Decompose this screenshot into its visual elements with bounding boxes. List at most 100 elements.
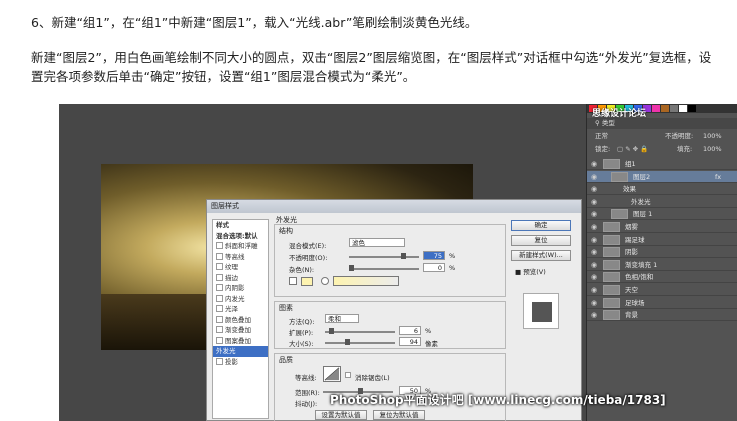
opacity-slider-knob[interactable] bbox=[401, 253, 406, 259]
size-input[interactable]: 94 bbox=[399, 337, 421, 346]
layer-thumbnail[interactable] bbox=[603, 234, 620, 245]
layer-thumbnail[interactable] bbox=[611, 209, 628, 220]
layer-thumbnail[interactable] bbox=[603, 272, 620, 283]
layer-name: 色相/饱和 bbox=[625, 273, 654, 282]
eye-icon[interactable]: ◉ bbox=[591, 171, 597, 183]
make-default-button[interactable]: 设置为默认值 bbox=[315, 410, 367, 420]
fx-badge[interactable]: fx bbox=[715, 171, 721, 183]
eye-icon[interactable]: ◉ bbox=[591, 158, 597, 170]
layer-row[interactable]: ◉ 烟雾 bbox=[587, 221, 737, 233]
spread-input[interactable]: 6 bbox=[399, 326, 421, 335]
size-slider[interactable] bbox=[325, 339, 395, 345]
reset-default-button[interactable]: 复位为默认值 bbox=[373, 410, 425, 420]
fill-value[interactable]: 100% bbox=[703, 144, 722, 155]
opacity-input[interactable]: 75 bbox=[423, 251, 445, 260]
layer-thumbnail[interactable] bbox=[611, 171, 628, 182]
ok-button[interactable]: 确定 bbox=[511, 220, 571, 231]
layer-thumbnail[interactable] bbox=[603, 222, 620, 232]
eye-icon[interactable]: ◉ bbox=[591, 309, 597, 321]
layer-name: 踢足球 bbox=[625, 235, 645, 244]
eye-icon[interactable]: ◉ bbox=[591, 208, 597, 220]
style-item[interactable]: 描边 bbox=[213, 273, 268, 284]
layer-row[interactable]: ◉ 效果 bbox=[587, 183, 737, 196]
layer-row[interactable]: ◉ 图层2 fx bbox=[587, 170, 737, 183]
dialog-title: 图层样式 bbox=[207, 200, 581, 213]
layer-name: 天空 bbox=[625, 286, 638, 294]
contour-label: 等高线: bbox=[295, 374, 317, 382]
contour-picker[interactable] bbox=[323, 366, 341, 382]
style-item[interactable]: 内阴影 bbox=[213, 283, 268, 294]
size-slider-knob[interactable] bbox=[345, 339, 350, 345]
style-item[interactable]: 光泽 bbox=[213, 304, 268, 315]
antialias-checkbox[interactable] bbox=[345, 372, 351, 378]
style-item[interactable]: 内发光 bbox=[213, 294, 268, 305]
layer-row[interactable]: ◉ 渐变填充 1 bbox=[587, 259, 737, 271]
eye-icon[interactable]: ◉ bbox=[591, 284, 597, 296]
style-item[interactable]: 投影 bbox=[213, 357, 268, 368]
eye-icon[interactable]: ◉ bbox=[591, 271, 597, 283]
layer-thumbnail[interactable] bbox=[603, 310, 620, 321]
layer-row[interactable]: ◉ 图层 1 bbox=[587, 208, 737, 221]
structure-group: 结构 混合模式(E): 滤色 不透明度(O): 75 % 杂色(N): 0 % bbox=[274, 224, 506, 297]
layer-thumbnail[interactable] bbox=[603, 285, 620, 295]
eye-icon[interactable]: ◉ bbox=[591, 183, 597, 195]
layer-thumbnail[interactable] bbox=[603, 247, 620, 258]
pixel-unit: 像素 bbox=[425, 340, 438, 348]
eye-icon[interactable]: ◉ bbox=[591, 259, 597, 271]
layer-row[interactable]: ◉ 阴影 bbox=[587, 246, 737, 259]
layer-blend-mode[interactable]: 正常 bbox=[595, 132, 608, 140]
style-item[interactable]: 外发光 bbox=[213, 346, 268, 357]
blend-mode-select[interactable]: 滤色 bbox=[349, 238, 405, 247]
style-item[interactable]: 图案叠加 bbox=[213, 336, 268, 347]
style-item[interactable]: 颜色叠加 bbox=[213, 315, 268, 326]
lock-icons[interactable]: ▢ ✎ ✥ 🔒 bbox=[617, 144, 648, 155]
quality-title: 品质 bbox=[279, 356, 293, 364]
reset-button[interactable]: 复位 bbox=[511, 235, 571, 246]
layer-row[interactable]: ◉ 组1 bbox=[587, 158, 737, 170]
noise-slider-knob[interactable] bbox=[349, 265, 354, 271]
layer-row[interactable]: ◉ 踢足球 bbox=[587, 234, 737, 246]
elements-title: 图素 bbox=[279, 304, 293, 312]
layer-row[interactable]: ◉ 足球场 bbox=[587, 297, 737, 309]
preview-checkbox[interactable]: ■ 预览(V) bbox=[515, 266, 546, 276]
layer-opacity-label: 不透明度: bbox=[665, 132, 694, 140]
layer-thumbnail[interactable] bbox=[603, 297, 620, 308]
instruction-paragraph: 新建“图层2”，用白色画笔绘制不同大小的圆点，双击“图层2”图层缩览图，在“图层… bbox=[31, 50, 712, 84]
opacity-slider[interactable] bbox=[349, 253, 419, 259]
eye-icon[interactable]: ◉ bbox=[591, 221, 597, 233]
style-item[interactable]: 样式 bbox=[213, 220, 268, 231]
layer-filter-row[interactable]: ⚲ 类型 bbox=[587, 118, 737, 129]
layer-name: 效果 bbox=[623, 185, 636, 194]
layer-row[interactable]: ◉ 色相/饱和 bbox=[587, 271, 737, 284]
style-item[interactable]: 渐变叠加 bbox=[213, 325, 268, 336]
eye-icon[interactable]: ◉ bbox=[591, 246, 597, 258]
noise-slider[interactable] bbox=[349, 265, 419, 271]
eye-icon[interactable]: ◉ bbox=[591, 196, 597, 208]
layer-row[interactable]: ◉ 外发光 bbox=[587, 196, 737, 208]
spread-slider[interactable] bbox=[325, 328, 395, 334]
lock-fill-row: 锁定: ▢ ✎ ✥ 🔒 填充: 100% bbox=[587, 144, 737, 155]
eye-icon[interactable]: ◉ bbox=[591, 234, 597, 246]
gradient-radio[interactable] bbox=[321, 277, 329, 285]
step-text: 6、新建“组1”，在“组1”中新建“图层1”，载入“光线.abr”笔刷绘制淡黄色… bbox=[31, 15, 478, 30]
style-item[interactable]: 等高线 bbox=[213, 252, 268, 263]
style-item[interactable]: 混合选项:默认 bbox=[213, 231, 268, 242]
solid-radio[interactable] bbox=[289, 277, 297, 285]
style-item[interactable]: 斜面和浮雕 bbox=[213, 241, 268, 252]
spread-slider-knob[interactable] bbox=[329, 328, 334, 334]
filter-type: 类型 bbox=[601, 119, 615, 127]
new-style-button[interactable]: 新建样式(W)... bbox=[511, 250, 571, 261]
layer-thumbnail[interactable] bbox=[603, 259, 620, 270]
technique-select[interactable]: 柔和 bbox=[325, 314, 359, 323]
noise-input[interactable]: 0 bbox=[423, 263, 445, 272]
glow-color-swatch[interactable] bbox=[301, 277, 313, 286]
style-item[interactable]: 纹理 bbox=[213, 262, 268, 273]
layer-thumbnail[interactable] bbox=[603, 159, 620, 169]
layer-row[interactable]: ◉ 天空 bbox=[587, 284, 737, 296]
layer-row[interactable]: ◉ 背景 bbox=[587, 309, 737, 322]
eye-icon[interactable]: ◉ bbox=[591, 297, 597, 309]
percent-unit: % bbox=[449, 264, 456, 272]
layer-opacity-value[interactable]: 100% bbox=[703, 131, 722, 142]
layer-name: 渐变填充 1 bbox=[625, 260, 658, 269]
glow-gradient-picker[interactable] bbox=[333, 276, 399, 286]
